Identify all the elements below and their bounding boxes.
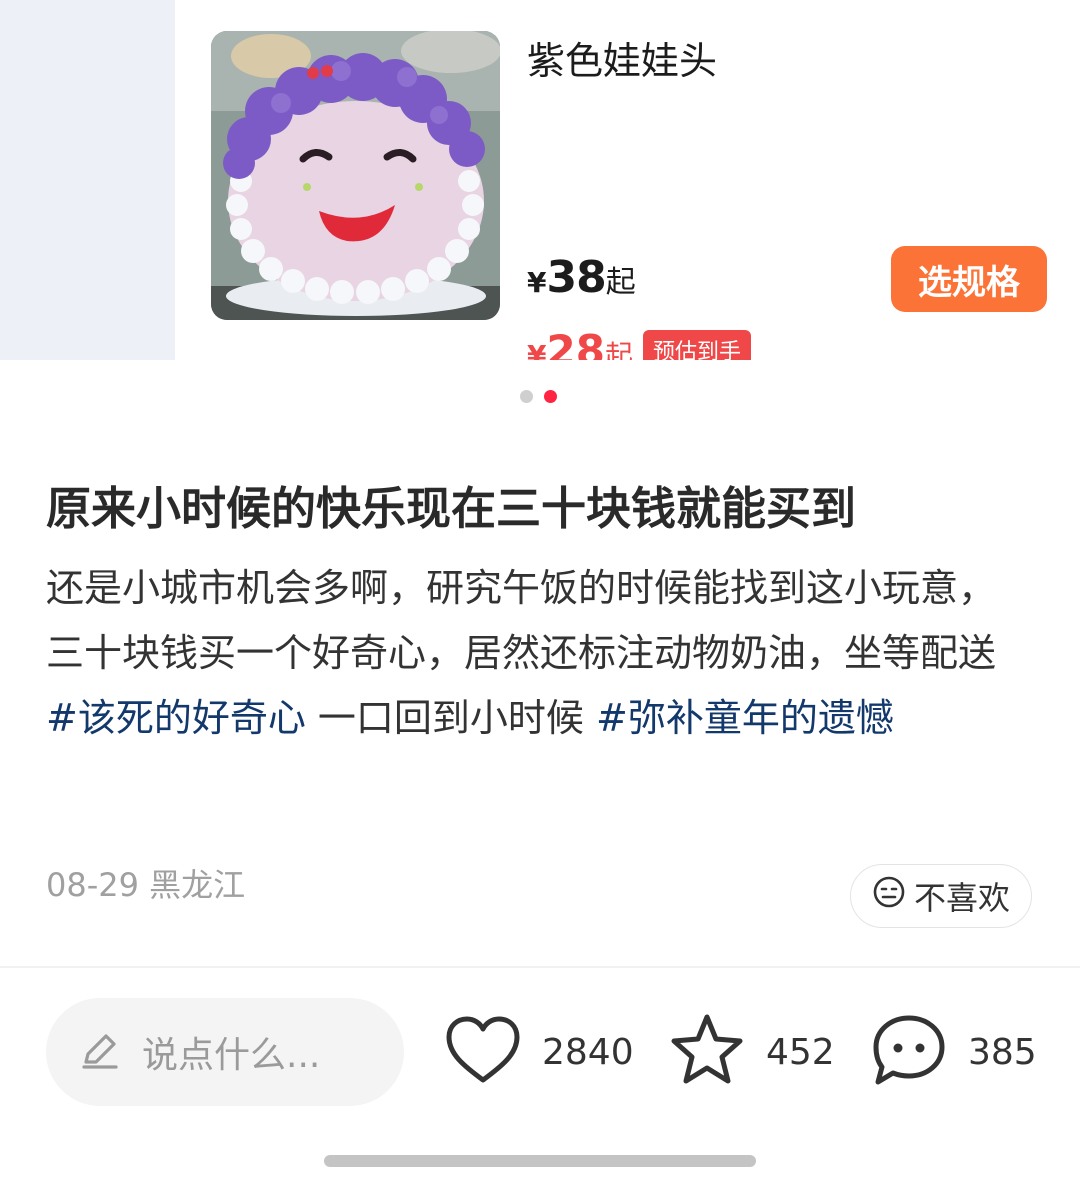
heart-icon	[444, 1014, 522, 1090]
est-price-suffix: 起	[604, 339, 633, 360]
product-card[interactable]: 紫色娃娃头 ¥38起 选规格 ¥28起 预估到手	[175, 0, 1080, 360]
post-date: 08-29	[46, 866, 139, 904]
favorite-count: 452	[766, 1031, 835, 1073]
hashtag-link[interactable]: #该死的好奇心	[46, 696, 306, 740]
dislike-label: 不喜欢	[913, 879, 1010, 917]
pencil-icon	[78, 1028, 122, 1076]
product-carousel[interactable]: 紫色娃娃头 ¥38起 选规格 ¥28起 预估到手	[0, 0, 1080, 360]
product-image[interactable]	[211, 31, 500, 320]
star-icon	[668, 1012, 746, 1092]
like-button[interactable]: 2840	[444, 1012, 634, 1092]
estimated-price: ¥28起 预估到手	[527, 326, 751, 360]
previous-slide-edge	[0, 0, 175, 360]
price-amount: 38	[546, 252, 606, 303]
like-count: 2840	[542, 1031, 634, 1073]
price-currency: ¥	[527, 266, 547, 299]
product-title[interactable]: 紫色娃娃头	[527, 30, 717, 85]
doll-face-cake-illustration	[211, 31, 500, 320]
home-indicator[interactable]	[324, 1155, 756, 1167]
product-price: ¥38起	[527, 252, 636, 303]
post-meta: 08-29 黑龙江	[46, 860, 245, 906]
post-body-text-2: 一口回到小时候	[305, 696, 597, 740]
comment-count: 385	[968, 1031, 1037, 1073]
post-body: 还是小城市机会多啊，研究午饭的时候能找到这小玩意，三十块钱买一个好奇心，居然还标…	[46, 556, 1016, 751]
neutral-face-icon	[872, 875, 906, 917]
estimated-badge: 预估到手	[642, 330, 751, 360]
select-spec-button[interactable]: 选规格	[891, 246, 1047, 312]
comment-button[interactable]: 385	[870, 1012, 1037, 1092]
post-location: 黑龙江	[149, 866, 246, 904]
carousel-dot-1[interactable]	[520, 390, 533, 403]
comment-placeholder: 说点什么...	[142, 1035, 321, 1076]
divider	[0, 966, 1080, 968]
carousel-dot-2-active[interactable]	[544, 390, 557, 403]
favorite-button[interactable]: 452	[668, 1012, 835, 1092]
post-body-text-1: 还是小城市机会多啊，研究午饭的时候能找到这小玩意，三十块钱买一个好奇心，居然还标…	[46, 566, 997, 675]
comment-input[interactable]: 说点什么...	[46, 998, 404, 1106]
dislike-button[interactable]: 不喜欢	[850, 864, 1032, 928]
est-price-currency: ¥	[527, 339, 547, 360]
chat-bubble-icon	[870, 1012, 948, 1092]
hashtag-link[interactable]: #弥补童年的遗憾	[596, 696, 894, 740]
est-price-amount: 28	[546, 326, 605, 360]
post-title: 原来小时候的快乐现在三十块钱就能买到	[46, 482, 857, 535]
price-suffix: 起	[605, 265, 636, 300]
